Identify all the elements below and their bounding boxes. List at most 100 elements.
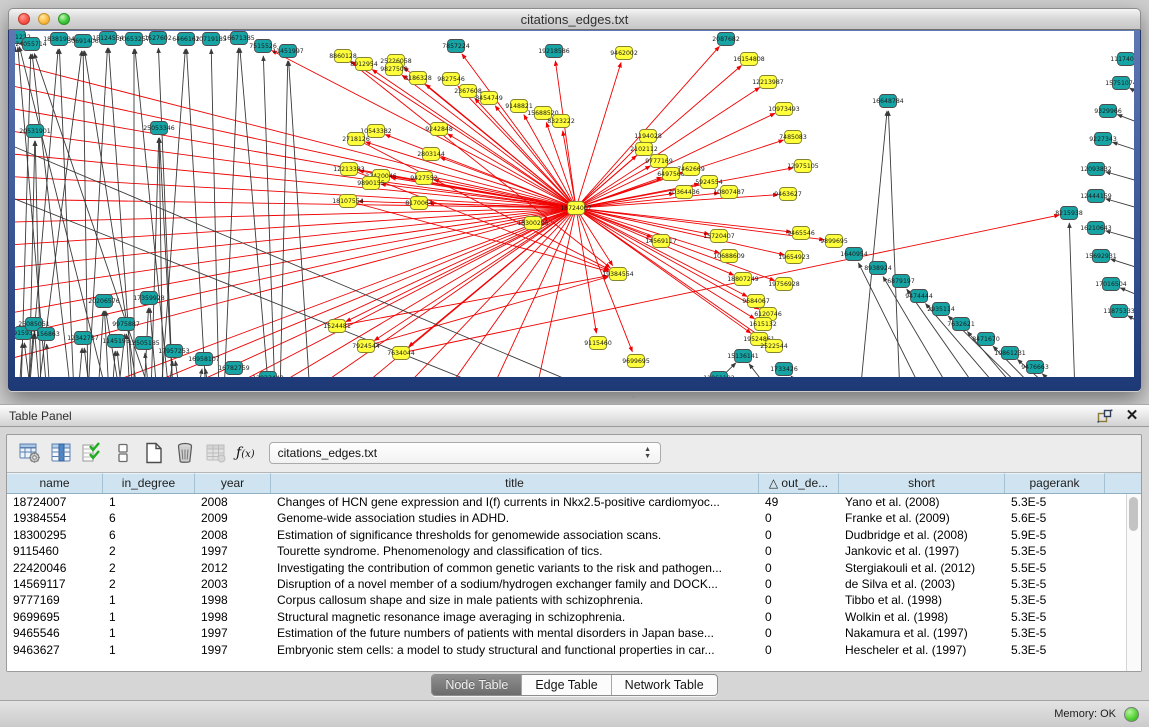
network-graph[interactable]: 8601222240557141838190430691406151245541… <box>15 31 1134 377</box>
tab-node-table[interactable]: Node Table <box>432 675 521 695</box>
memory-ok-indicator-icon <box>1124 707 1139 722</box>
table-cell: Tibbo et al. (1998) <box>839 592 1005 608</box>
table-settings-icon[interactable] <box>17 440 43 466</box>
graph-node-label: 16958107 <box>188 356 220 363</box>
graph-node-label: 9227343 <box>1089 136 1117 143</box>
graph-node-label: 20206576 <box>88 298 120 305</box>
table-cell: Jankovic et al. (1997) <box>839 543 1005 559</box>
table-cell: 1 <box>103 494 195 510</box>
table-cell: 2003 <box>195 576 271 592</box>
graph-node-label: 10688609 <box>713 253 745 260</box>
table-cell: 2 <box>103 543 195 559</box>
graph-node-label: 11174046 <box>1110 56 1134 63</box>
row-height-icon[interactable] <box>110 440 136 466</box>
graph-edge <box>224 48 239 377</box>
function-builder-icon[interactable]: ƒ(x) <box>236 445 255 461</box>
graph-node-label: 7485083 <box>779 134 807 141</box>
graph-node-label: 9465546 <box>787 230 815 237</box>
graph-edge <box>791 376 810 377</box>
column-header-short[interactable]: short <box>839 473 1005 493</box>
graph-node-label: 16671385 <box>223 35 255 42</box>
table-row[interactable]: 2242004622012Investigating the contribut… <box>7 560 1127 576</box>
column-visibility-icon[interactable] <box>48 440 74 466</box>
graph-edge <box>397 208 576 377</box>
table-selector[interactable]: citations_edges.txt ▲▼ <box>269 442 661 464</box>
scrollbar-thumb[interactable] <box>1129 497 1138 531</box>
select-rows-icon[interactable] <box>79 440 105 466</box>
table-cell: 5.3E-5 <box>1005 592 1105 608</box>
table-cell: Corpus callosum shape and size in male p… <box>271 592 759 608</box>
table-cell: Dudbridge et al. (2008) <box>839 527 1005 543</box>
window-titlebar[interactable]: citations_edges.txt <box>8 8 1141 30</box>
column-header-in_degree[interactable]: in_degree <box>103 473 195 493</box>
graph-node-label: 5924554 <box>695 179 723 186</box>
graph-edge <box>289 61 310 377</box>
graph-node-label: 16648784 <box>872 98 904 105</box>
table-cell: 1997 <box>195 642 271 658</box>
network-canvas[interactable]: 8601222240557141838190430691406151245541… <box>15 31 1134 377</box>
column-header-name[interactable]: name <box>7 473 103 493</box>
graph-edge <box>576 208 719 253</box>
graph-node-label: 9329966 <box>1094 108 1122 115</box>
graph-node-label: 10807487 <box>713 189 745 196</box>
table-cell: 1998 <box>195 609 271 625</box>
graph-node-label: 17016504 <box>1095 281 1127 288</box>
close-panel-icon[interactable]: ✕ <box>1123 409 1141 423</box>
table-panel-title: Table Panel <box>9 409 1097 423</box>
graph-edge <box>15 208 576 300</box>
table-cell: 5.9E-5 <box>1005 527 1105 543</box>
graph-node-label: 8323222 <box>547 118 575 125</box>
graph-node-label: 12505185 <box>128 340 160 347</box>
table-vertical-scrollbar[interactable] <box>1126 494 1141 671</box>
network-window: citations_edges.txt 86012222405571418381… <box>8 8 1141 392</box>
table-cell: 1 <box>103 625 195 641</box>
graph-node-label: 9463627 <box>774 191 802 198</box>
graph-node-label: 2803144 <box>417 151 445 158</box>
table-cell: Investigating the contribution of common… <box>271 560 759 576</box>
table-row[interactable]: 946554611997Estimation of the future num… <box>7 625 1127 641</box>
float-panel-icon[interactable] <box>1097 409 1113 423</box>
table-row[interactable]: 1938455462009Genome-wide association stu… <box>7 510 1127 526</box>
graph-node-label: 19654923 <box>778 254 810 261</box>
graph-edge <box>15 46 576 208</box>
graph-edge <box>349 169 609 270</box>
table-selector-value: citations_edges.txt <box>270 446 640 460</box>
table-row[interactable]: 911546021997Tourette syndrome. Phenomeno… <box>7 543 1127 559</box>
table-row[interactable]: 977716911998Corpus callosum shape and si… <box>7 592 1127 608</box>
column-header-pagerank[interactable]: pagerank <box>1005 473 1105 493</box>
column-header-year[interactable]: year <box>195 473 271 493</box>
table-row[interactable]: 969969511998Structural magnetic resonanc… <box>7 609 1127 625</box>
table-cell: Structural magnetic resonance image aver… <box>271 609 759 625</box>
column-header-out_de[interactable]: △ out_de... <box>759 473 839 493</box>
graph-edge <box>15 208 576 376</box>
graph-node-label: 6120746 <box>754 311 782 318</box>
graph-node-label: 2522544 <box>760 343 788 350</box>
delete-table-icon[interactable] <box>172 440 198 466</box>
column-header-title[interactable]: title <box>271 473 759 493</box>
tab-edge-table[interactable]: Edge Table <box>521 675 610 695</box>
table-row[interactable]: 946362711997Embryonic stem cells: a mode… <box>7 642 1127 658</box>
table-cell: 9465546 <box>7 625 103 641</box>
graph-edge <box>15 208 576 351</box>
graph-node-label: 18724007 <box>560 205 592 212</box>
new-table-icon[interactable] <box>141 440 167 466</box>
table-cell: 2009 <box>195 510 271 526</box>
graph-node-label: 12975105 <box>787 163 819 170</box>
graph-node-label: 18107554 <box>332 198 364 205</box>
graph-node-label: 16782759 <box>218 365 250 372</box>
tab-network-table[interactable]: Network Table <box>611 675 717 695</box>
table-row[interactable]: 1872400712008Changes of HCN gene express… <box>7 494 1127 510</box>
splitter-grip[interactable]: ⌃ <box>630 396 640 403</box>
graph-node-label: 2367608 <box>454 88 482 95</box>
table-cell: 1 <box>103 642 195 658</box>
table-row[interactable]: 1456911722003Disruption of a novel membe… <box>7 576 1127 592</box>
graph-edge <box>187 49 206 377</box>
graph-node-label: 9148821 <box>505 103 533 110</box>
graph-edge <box>211 49 219 377</box>
graph-edge <box>576 208 784 255</box>
table-cell: 1 <box>103 609 195 625</box>
table-row[interactable]: 1830029562008Estimation of significance … <box>7 527 1127 543</box>
graph-node-label: 19218586 <box>538 48 570 55</box>
import-table-icon[interactable] <box>203 440 229 466</box>
memory-status-label: Memory: OK <box>1054 708 1116 720</box>
